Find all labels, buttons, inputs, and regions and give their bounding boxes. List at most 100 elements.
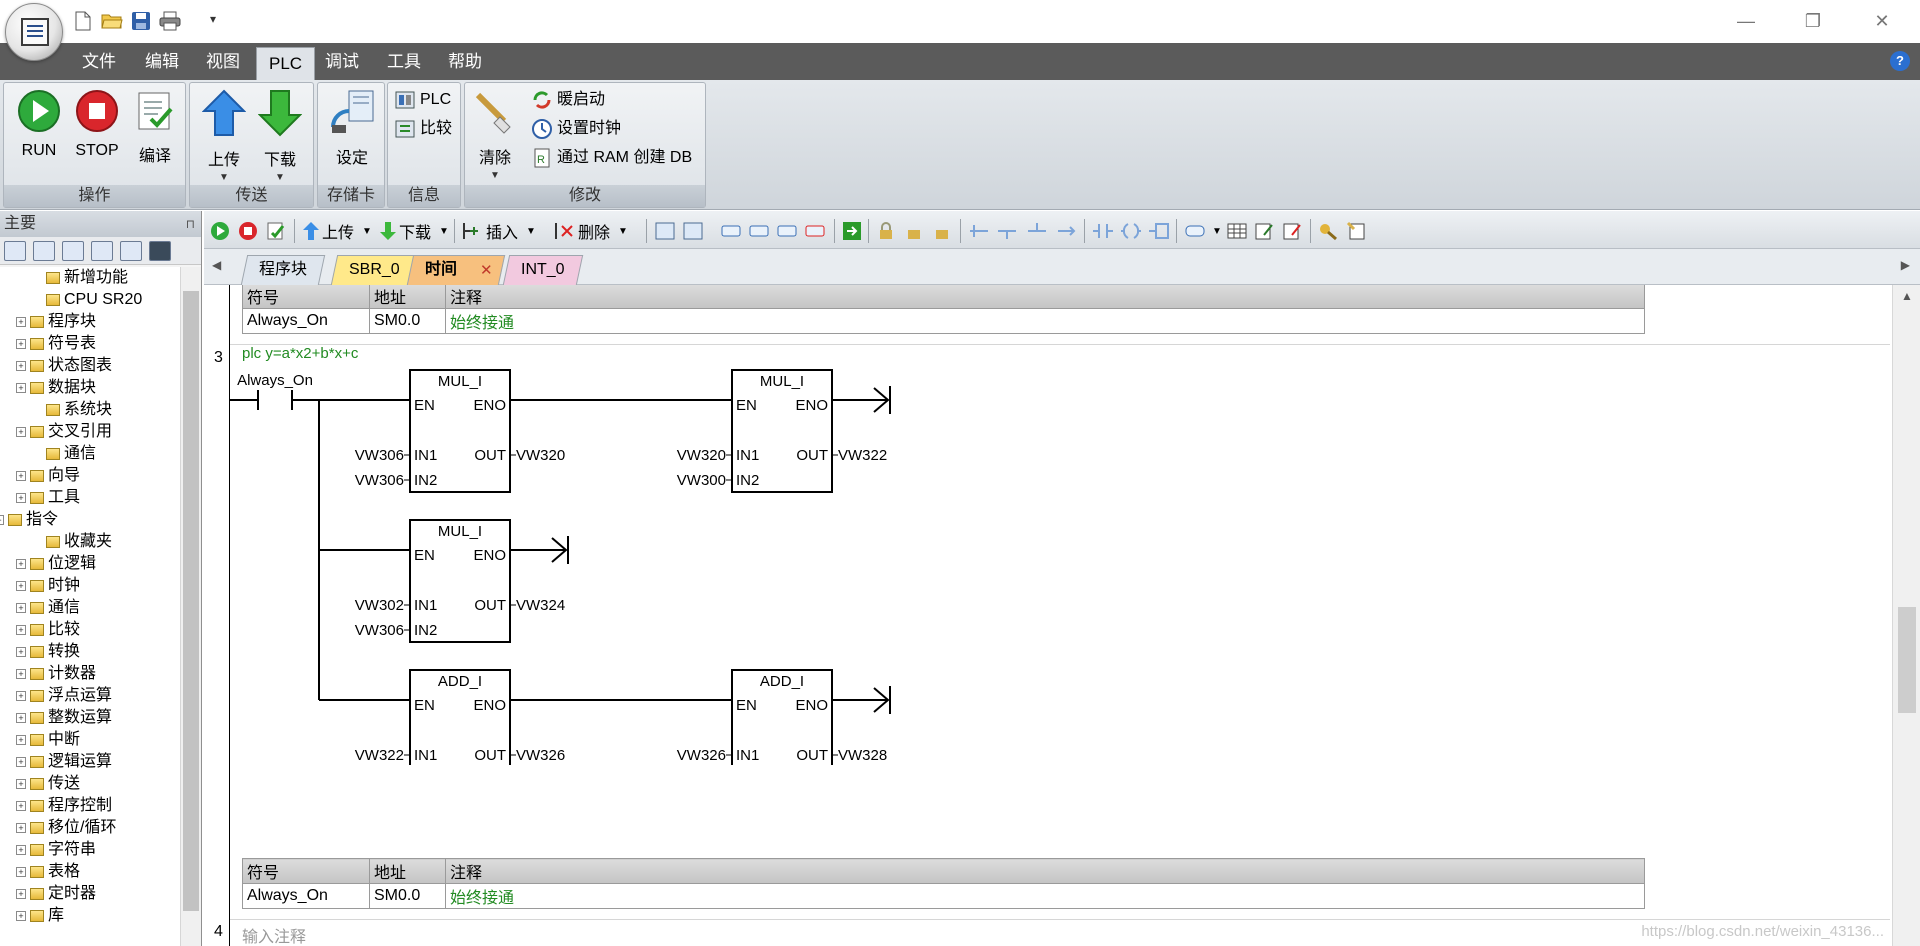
expand-icon[interactable]: +: [16, 911, 26, 921]
tree-item[interactable]: + 浮点运算: [16, 685, 112, 707]
menu-view[interactable]: 视图: [194, 43, 252, 80]
view-status-icon[interactable]: [62, 241, 84, 261]
tb-upload-button[interactable]: 上传 ▼: [302, 220, 372, 242]
download-button[interactable]: 下载 ▼: [254, 89, 306, 183]
expand-icon[interactable]: +: [16, 383, 26, 393]
expand-icon[interactable]: +: [16, 735, 26, 745]
expand-icon[interactable]: +: [16, 801, 26, 811]
warm-start-button[interactable]: 暖启动: [531, 87, 605, 113]
tb-properties-icon[interactable]: [1346, 220, 1368, 242]
menu-help[interactable]: 帮助: [436, 43, 494, 80]
tree-item[interactable]: + 中断: [16, 729, 80, 751]
cell-comment[interactable]: 始终接通: [445, 308, 1645, 334]
create-db-from-ram-button[interactable]: R 通过 RAM 创建 DB: [531, 145, 692, 171]
tb-lock-icon[interactable]: [876, 220, 896, 242]
tb-coil-icon[interactable]: [1120, 220, 1142, 242]
tree-item[interactable]: + 时钟: [16, 575, 80, 597]
menu-file[interactable]: 文件: [70, 43, 128, 80]
tree-item[interactable]: 通信: [46, 443, 96, 465]
tb-goto-icon[interactable]: [842, 220, 862, 242]
tb-key-icon[interactable]: [1318, 220, 1340, 242]
menu-plc[interactable]: PLC: [256, 47, 316, 80]
view-program-icon[interactable]: [4, 241, 26, 261]
expand-icon[interactable]: +: [16, 625, 26, 635]
compile-button[interactable]: 编译: [130, 89, 180, 166]
expand-icon[interactable]: +: [16, 559, 26, 569]
expand-icon[interactable]: +: [16, 603, 26, 613]
tree-item[interactable]: + 比较: [16, 619, 80, 641]
expand-icon[interactable]: +: [16, 493, 26, 503]
plc-info-button[interactable]: PLC: [394, 87, 451, 113]
expand-icon[interactable]: +: [16, 581, 26, 591]
tb-table-icon[interactable]: [1226, 220, 1248, 242]
tree-item[interactable]: + 传送: [16, 773, 80, 795]
tb-prev-icon[interactable]: [748, 220, 770, 242]
view-comm-icon[interactable]: [149, 241, 171, 261]
expand-icon[interactable]: +: [16, 757, 26, 767]
help-icon[interactable]: ?: [1890, 51, 1910, 71]
application-menu-button[interactable]: [5, 3, 63, 61]
menu-edit[interactable]: 编辑: [133, 43, 191, 80]
tb-download-button[interactable]: 下载 ▼: [379, 220, 449, 242]
tb-symbol-icon[interactable]: ▼: [1184, 220, 1222, 242]
tree-item[interactable]: + 符号表: [16, 333, 96, 355]
tb-line-down-icon[interactable]: [996, 220, 1018, 242]
tb-view-icon[interactable]: [720, 220, 742, 242]
upload-dropdown-icon[interactable]: ▼: [198, 172, 250, 183]
tree-item[interactable]: + 定时器: [16, 883, 96, 905]
expand-icon[interactable]: +: [16, 867, 26, 877]
tree-scroll-thumb[interactable]: [183, 291, 199, 911]
tb-box-icon[interactable]: [1148, 220, 1170, 242]
cell-address[interactable]: SM0.0: [369, 883, 446, 909]
tree-item[interactable]: + 表格: [16, 861, 80, 883]
expand-icon[interactable]: +: [16, 889, 26, 899]
tree-item[interactable]: + 逻辑运算: [16, 751, 112, 773]
tb-line-up-icon[interactable]: [968, 220, 990, 242]
tree-item[interactable]: + 程序块: [16, 311, 96, 333]
view-symbol-icon[interactable]: [33, 241, 55, 261]
cell-comment[interactable]: 始终接通: [445, 883, 1645, 909]
quick-access-customize-icon[interactable]: ▾: [210, 12, 216, 26]
compare-button[interactable]: 比较: [394, 116, 452, 142]
menu-debug[interactable]: 调试: [313, 43, 371, 80]
tb-network2-icon[interactable]: [682, 220, 704, 242]
expand-icon[interactable]: +: [16, 845, 26, 855]
tb-next-icon[interactable]: [776, 220, 798, 242]
open-folder-icon[interactable]: [99, 8, 125, 34]
expand-icon[interactable]: +: [16, 317, 26, 327]
expand-icon[interactable]: +: [16, 647, 26, 657]
tree-item[interactable]: + 工具: [16, 487, 80, 509]
tree-item[interactable]: + 整数运算: [16, 707, 112, 729]
tree-item[interactable]: + 字符串: [16, 839, 96, 861]
tab-program-block[interactable]: 程序块: [240, 255, 326, 285]
tree-item[interactable]: 新增功能: [46, 267, 128, 289]
restore-icon[interactable]: ❐: [1793, 8, 1833, 34]
tb-unlock-icon[interactable]: [904, 220, 924, 242]
clear-button[interactable]: 清除 ▼: [471, 89, 519, 181]
tb-stop-icon[interactable]: [238, 220, 258, 242]
tab-scroll-right-icon[interactable]: ▶: [1901, 258, 1910, 272]
expand-icon[interactable]: +: [16, 361, 26, 371]
tree-item[interactable]: + 计数器: [16, 663, 96, 685]
set-clock-button[interactable]: 设置时钟: [531, 116, 621, 142]
upload-button[interactable]: 上传 ▼: [198, 89, 250, 183]
print-icon[interactable]: [157, 8, 183, 34]
tree-item[interactable]: + 数据块: [16, 377, 96, 399]
tree-item[interactable]: + 转换: [16, 641, 80, 663]
tree-item[interactable]: + 状态图表: [16, 355, 112, 377]
tb-line-right-icon[interactable]: [1056, 220, 1078, 242]
menu-tools[interactable]: 工具: [375, 43, 433, 80]
rung-4-comment-placeholder[interactable]: 输入注释: [242, 923, 306, 946]
tb-network-icon[interactable]: [654, 220, 676, 242]
expand-icon[interactable]: +: [16, 713, 26, 723]
tree-item[interactable]: + 向导: [16, 465, 80, 487]
tree-item[interactable]: − 指令: [0, 509, 58, 531]
clear-dropdown-icon[interactable]: ▼: [471, 170, 519, 181]
tb-run-icon[interactable]: [210, 220, 230, 242]
new-file-icon[interactable]: [70, 8, 96, 34]
stop-button[interactable]: STOP: [69, 89, 125, 160]
tb-edit2-icon[interactable]: [1282, 220, 1304, 242]
tab-close-icon[interactable]: ✕: [480, 261, 493, 279]
scroll-up-icon[interactable]: ▲: [1901, 289, 1913, 303]
tab-scroll-left-icon[interactable]: ◀: [212, 258, 221, 272]
